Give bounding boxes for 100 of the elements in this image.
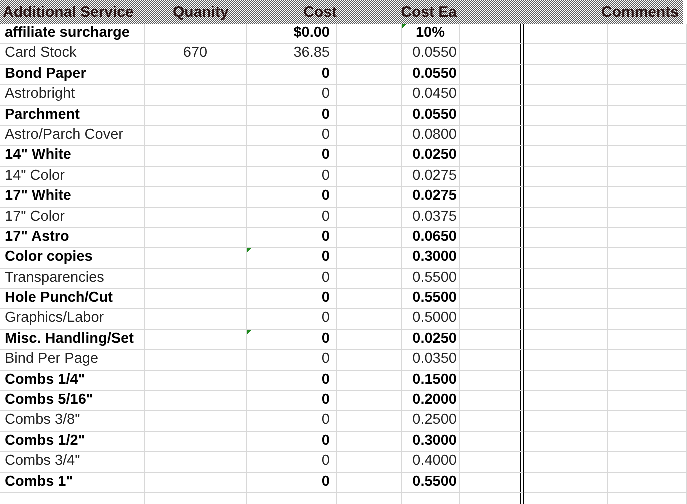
table-cell: 0.0550 bbox=[402, 44, 460, 65]
table-cell: 17" Color bbox=[0, 208, 145, 228]
table-cell: 36.85 bbox=[247, 44, 337, 65]
table-cell bbox=[460, 330, 524, 350]
table-cell bbox=[460, 248, 524, 269]
table-cell: 0.0450 bbox=[402, 85, 460, 106]
table-cell: 0 bbox=[247, 166, 337, 188]
table-cell: 0 bbox=[247, 391, 337, 412]
table-cell: 0 bbox=[247, 472, 337, 493]
table-cell bbox=[337, 452, 402, 473]
table-cell bbox=[460, 44, 524, 65]
table-cell: 10% bbox=[402, 24, 460, 44]
table-cell: 0.5500 bbox=[402, 268, 460, 290]
table-cell: Graphics/Labor bbox=[0, 309, 145, 330]
table-cell bbox=[337, 208, 402, 228]
table-cell bbox=[460, 370, 524, 392]
table-cell: 0 bbox=[247, 85, 337, 106]
table-cell: 0.0375 bbox=[402, 208, 460, 228]
table-cell bbox=[337, 187, 402, 208]
table-cell bbox=[460, 106, 524, 126]
table-cell bbox=[460, 208, 524, 228]
table-cell: 0.5500 bbox=[402, 472, 460, 493]
table-cell: 0.1500 bbox=[402, 370, 460, 392]
table-cell: 0.0250 bbox=[402, 330, 460, 350]
table-cell: 0.3000 bbox=[402, 248, 460, 269]
table-cell: 0.5000 bbox=[402, 309, 460, 330]
table-cell bbox=[460, 350, 524, 371]
table-cell bbox=[460, 289, 524, 310]
table-cell: 0 bbox=[247, 126, 337, 146]
table-cell: 0.2500 bbox=[402, 411, 460, 432]
table-cell: 0.0275 bbox=[402, 187, 460, 208]
table-cell: 0.0250 bbox=[402, 146, 460, 167]
table-cell: Card Stock bbox=[0, 44, 145, 65]
table-cell bbox=[460, 146, 524, 167]
table-cell bbox=[460, 268, 524, 290]
table-cell: 0 bbox=[247, 268, 337, 290]
table-cell: 0.2000 bbox=[402, 391, 460, 412]
table-cell: 0.0275 bbox=[402, 166, 460, 188]
table-cell: Misc. Handling/Set bbox=[0, 330, 145, 350]
table-cell: 0 bbox=[247, 309, 337, 330]
table-cell bbox=[337, 350, 402, 371]
table-cell bbox=[460, 228, 524, 248]
table-cell: Combs 1/4" bbox=[0, 370, 145, 392]
table-cell: Parchment bbox=[0, 106, 145, 126]
table-cell bbox=[460, 411, 524, 432]
table-cell bbox=[460, 166, 524, 188]
table-cell: 14" Color bbox=[0, 166, 145, 188]
table-cell: 0.4000 bbox=[402, 452, 460, 473]
table-cell: Combs 3/8" bbox=[0, 411, 145, 432]
table-cell: 0 bbox=[247, 411, 337, 432]
table-cell: Combs 1/2" bbox=[0, 432, 145, 452]
table-cell bbox=[337, 391, 402, 412]
table-cell: 670 bbox=[145, 44, 247, 65]
table-cell: 0 bbox=[247, 228, 337, 248]
table-cell bbox=[337, 289, 402, 310]
table-cell: 0.5500 bbox=[402, 289, 460, 310]
table-cell: 0 bbox=[247, 330, 337, 350]
table-cell bbox=[460, 85, 524, 106]
table-cell: 0 bbox=[247, 452, 337, 473]
table-cell: 0.0650 bbox=[402, 228, 460, 248]
table-cell: Combs 3/4" bbox=[0, 452, 145, 473]
table-cell bbox=[337, 309, 402, 330]
table-cell: 0 bbox=[247, 350, 337, 371]
table-cell bbox=[460, 452, 524, 473]
table-cell: Bond Paper bbox=[0, 64, 145, 86]
table-cell bbox=[460, 126, 524, 146]
table-cell bbox=[337, 24, 402, 44]
table-cell: affiliate surcharge bbox=[0, 24, 145, 44]
table-cell bbox=[337, 106, 402, 126]
table-cell bbox=[337, 411, 402, 432]
table-cell: 0 bbox=[247, 370, 337, 392]
table-cell bbox=[337, 330, 402, 350]
table-cell: Transparencies bbox=[0, 268, 145, 290]
table-cell bbox=[337, 228, 402, 248]
table-cell bbox=[337, 370, 402, 392]
table-cell bbox=[460, 309, 524, 330]
table-cell: 0.0800 bbox=[402, 126, 460, 146]
table-cell: Combs 5/16" bbox=[0, 391, 145, 412]
table-cell: 0 bbox=[247, 432, 337, 452]
table-cell: Astro/Parch Cover bbox=[0, 126, 145, 146]
table-cell: Color copies bbox=[0, 248, 145, 269]
table-cell: 14" White bbox=[0, 146, 145, 167]
table-cell bbox=[337, 248, 402, 269]
table-cell bbox=[460, 187, 524, 208]
table-cell bbox=[337, 44, 402, 65]
table-cell bbox=[460, 391, 524, 412]
table-cell: $0.00 bbox=[247, 24, 337, 44]
table-cell bbox=[460, 472, 524, 493]
table-cell bbox=[460, 24, 524, 44]
table-cell bbox=[460, 64, 524, 86]
table-cell bbox=[337, 85, 402, 106]
table-cell: 0 bbox=[247, 106, 337, 126]
table-cell bbox=[460, 432, 524, 452]
table-cell bbox=[337, 472, 402, 493]
table-cell bbox=[337, 146, 402, 167]
table-cell: Astrobright bbox=[0, 85, 145, 106]
table-cell: 0 bbox=[247, 289, 337, 310]
table-cell: 0.0550 bbox=[402, 64, 460, 86]
table-cell: 0.0350 bbox=[402, 350, 460, 371]
table-cell: 0 bbox=[247, 64, 337, 86]
